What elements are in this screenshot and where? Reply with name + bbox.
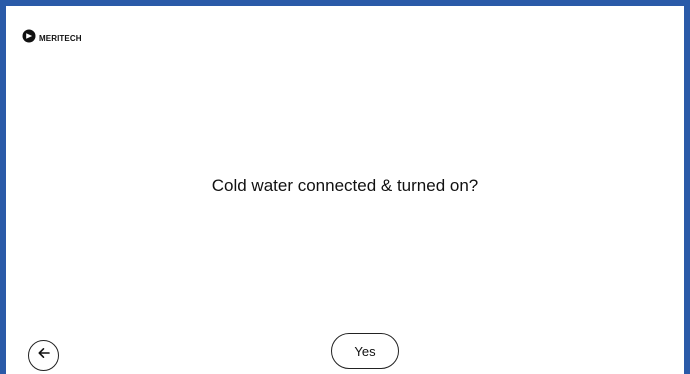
arrow-left-icon bbox=[36, 345, 52, 366]
yes-button[interactable]: Yes bbox=[331, 333, 399, 369]
brand-logo: MERITECH bbox=[22, 29, 82, 48]
meritech-logo-icon bbox=[22, 29, 36, 48]
back-button[interactable] bbox=[28, 340, 59, 371]
prompt-question: Cold water connected & turned on? bbox=[211, 176, 479, 195]
brand-name: MERITECH bbox=[39, 34, 82, 43]
